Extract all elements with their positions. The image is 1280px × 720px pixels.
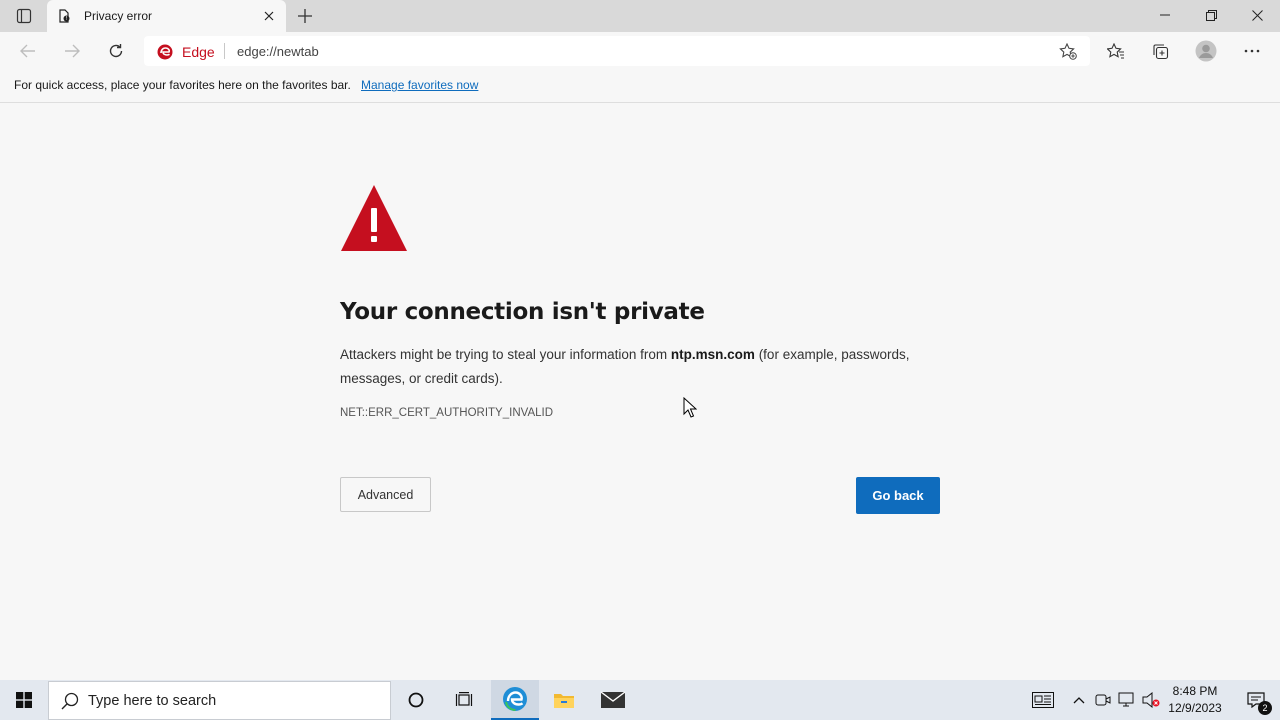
more-icon xyxy=(1244,49,1260,53)
tab-privacy-error[interactable]: ! Privacy error xyxy=(47,0,286,32)
url-text[interactable]: edge://newtab xyxy=(237,44,319,59)
page-favicon: ! xyxy=(59,9,70,23)
start-button[interactable] xyxy=(0,680,48,720)
task-view-icon xyxy=(455,692,473,706)
tab-actions-button[interactable] xyxy=(8,4,40,28)
tab-close-button[interactable] xyxy=(261,8,277,24)
minimize-icon xyxy=(1160,14,1170,16)
close-icon xyxy=(264,11,274,21)
news-widget-button[interactable] xyxy=(1032,690,1054,710)
advanced-button[interactable]: Advanced xyxy=(340,477,431,512)
minimize-button[interactable] xyxy=(1142,0,1188,30)
restore-icon xyxy=(1205,9,1217,21)
forward-arrow-icon xyxy=(65,44,80,58)
network-icon xyxy=(1118,692,1134,707)
edge-logo-icon xyxy=(157,44,173,60)
windows-logo-icon xyxy=(16,692,32,708)
taskbar-file-explorer[interactable] xyxy=(540,680,588,720)
favorites-bar: For quick access, place your favorites h… xyxy=(0,70,1280,103)
window-close-icon xyxy=(1251,9,1263,21)
add-favorite-icon xyxy=(1059,42,1077,60)
meet-now-button[interactable] xyxy=(1093,690,1113,710)
back-button[interactable] xyxy=(14,38,42,64)
window-close-button[interactable] xyxy=(1234,0,1280,30)
description-text: Attackers might be trying to steal your … xyxy=(340,347,668,362)
site-identity-label: Edge xyxy=(182,44,215,60)
tab-title: Privacy error xyxy=(84,9,153,23)
clock-date: 12/9/2023 xyxy=(1168,701,1222,715)
network-status[interactable] xyxy=(1117,690,1137,710)
edge-taskbar-icon xyxy=(503,687,527,711)
svg-text:!: ! xyxy=(65,16,67,22)
browser-toolbar: Edge edge://newtab xyxy=(0,32,1280,70)
new-tab-button[interactable] xyxy=(293,5,317,27)
refresh-icon xyxy=(109,44,123,58)
favorites-button[interactable] xyxy=(1102,38,1130,64)
go-back-button[interactable]: Go back xyxy=(856,477,940,514)
tab-strip: ! Privacy error xyxy=(0,0,1280,32)
refresh-button[interactable] xyxy=(102,38,130,64)
cortana-button[interactable] xyxy=(392,680,440,720)
favorites-icon xyxy=(1107,42,1124,59)
mail-icon xyxy=(600,691,626,708)
volume-button[interactable] xyxy=(1141,690,1161,710)
taskbar-mail[interactable] xyxy=(589,680,637,720)
clock-time: 8:48 PM xyxy=(1172,684,1218,698)
cortana-icon xyxy=(408,692,424,708)
error-code: NET::ERR_CERT_AUTHORITY_INVALID xyxy=(340,407,554,419)
search-icon xyxy=(61,692,79,710)
add-favorite-button[interactable] xyxy=(1058,42,1078,60)
back-arrow-icon xyxy=(20,44,35,58)
task-view-button[interactable] xyxy=(440,680,488,720)
plus-icon xyxy=(298,9,312,23)
cursor-icon xyxy=(683,397,697,418)
taskbar-clock[interactable]: 8:48 PM 12/9/2023 xyxy=(1165,683,1225,717)
forward-button[interactable] xyxy=(58,38,86,64)
warning-triangle-icon xyxy=(341,185,407,251)
manage-favorites-link[interactable]: Manage favorites now xyxy=(361,78,478,92)
profile-button[interactable] xyxy=(1192,38,1220,64)
profile-icon xyxy=(1195,40,1217,62)
collections-button[interactable] xyxy=(1146,38,1174,64)
omnibox-divider xyxy=(224,43,225,59)
file-explorer-icon xyxy=(554,694,574,708)
address-bar[interactable]: Edge edge://newtab xyxy=(144,36,1090,66)
error-page: Your connection isn't private Attackers … xyxy=(0,103,1280,680)
taskbar-search-box[interactable]: Type here to search xyxy=(48,681,391,720)
tab-actions-icon xyxy=(16,8,32,24)
error-heading: Your connection isn't private xyxy=(340,299,705,325)
notification-count-badge: 2 xyxy=(1258,701,1272,715)
search-placeholder: Type here to search xyxy=(88,693,217,709)
settings-more-button[interactable] xyxy=(1238,38,1266,64)
news-icon xyxy=(1032,692,1054,708)
error-host: ntp.msn.com xyxy=(670,347,755,362)
taskbar-edge-app[interactable] xyxy=(491,680,539,720)
volume-muted-icon xyxy=(1142,692,1160,708)
collections-icon xyxy=(1152,43,1168,59)
show-hidden-icons-button[interactable] xyxy=(1069,690,1089,710)
favorites-bar-message: For quick access, place your favorites h… xyxy=(14,78,351,92)
meet-now-icon xyxy=(1095,694,1111,706)
restore-button[interactable] xyxy=(1188,0,1234,30)
error-description: Attackers might be trying to steal your … xyxy=(340,343,940,391)
taskbar: Type here to search 8:48 PM 12/9/2023 2 xyxy=(0,680,1280,720)
action-center-button[interactable]: 2 xyxy=(1232,680,1280,720)
chevron-up-icon xyxy=(1073,697,1085,704)
